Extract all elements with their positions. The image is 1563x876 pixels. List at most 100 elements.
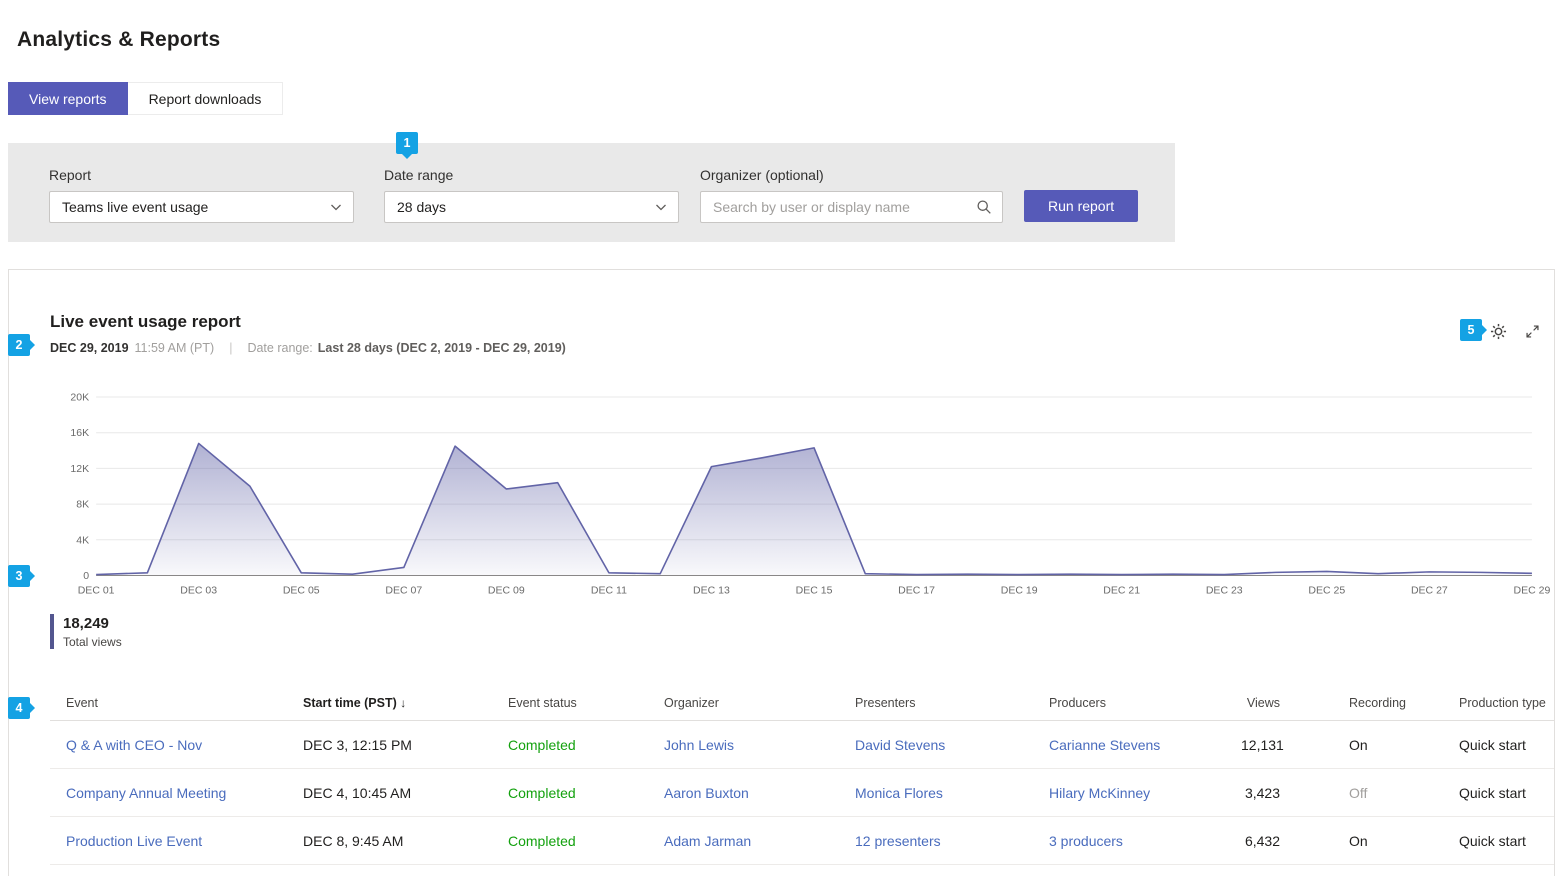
svg-text:DEC 19: DEC 19: [1001, 585, 1038, 597]
event-status-cell: Completed: [508, 721, 664, 769]
recording-cell: On: [1326, 721, 1459, 769]
sort-descending-icon: ↓: [400, 696, 406, 710]
start-time-cell: DEC 4, 10:45 AM: [303, 769, 508, 817]
column-start-time[interactable]: Start time (PST) ↓: [303, 687, 508, 721]
report-card-header: Live event usage report: [50, 312, 1554, 332]
svg-text:8K: 8K: [76, 499, 89, 511]
organizer-search-box: [700, 191, 1003, 223]
total-views-value: 18,249: [63, 614, 122, 633]
column-organizer[interactable]: Organizer: [664, 687, 855, 721]
svg-text:DEC 11: DEC 11: [591, 585, 627, 597]
total-views-label: Total views: [63, 635, 122, 649]
report-card-actions: [1490, 323, 1540, 340]
column-event-status[interactable]: Event status: [508, 687, 664, 721]
svg-text:DEC 25: DEC 25: [1308, 585, 1345, 597]
date-range-caption: Date range:: [247, 341, 312, 355]
legend-color-bar: [50, 614, 54, 649]
event-status-cell: Completed: [508, 817, 664, 865]
report-label: Report: [49, 167, 354, 183]
producers-link[interactable]: 3 producers: [1049, 817, 1241, 865]
organizer-group: Organizer (optional): [700, 167, 1003, 223]
analytics-reports-page: Analytics & Reports View reports Report …: [0, 0, 1563, 876]
recording-cell: On: [1326, 817, 1459, 865]
tab-report-downloads[interactable]: Report downloads: [128, 82, 284, 115]
event-link[interactable]: Q & A with CEO - Nov: [50, 721, 303, 769]
table-row: Company Annual Meeting DEC 4, 10:45 AM C…: [50, 769, 1554, 817]
svg-text:DEC 15: DEC 15: [796, 585, 833, 597]
usage-area-chart: 0 4K 8K 12K 16K 20K DEC 01 DEC 03 DEC 05 DEC 07 DE…: [50, 389, 1554, 602]
callout-2-report-timestamp: 2: [8, 334, 30, 356]
organizer-label: Organizer (optional): [700, 167, 1003, 183]
start-time-cell: DEC 8, 9:45 AM: [303, 817, 508, 865]
svg-text:DEC 03: DEC 03: [180, 585, 217, 597]
organizer-link[interactable]: Aaron Buxton: [664, 769, 855, 817]
page-title: Analytics & Reports: [0, 0, 1563, 52]
report-time: 11:59 AM (PT): [135, 341, 215, 355]
svg-text:4K: 4K: [76, 534, 89, 546]
svg-text:16K: 16K: [70, 427, 89, 439]
tab-bar: View reports Report downloads: [8, 82, 1563, 115]
event-status-cell: Completed: [508, 769, 664, 817]
views-cell: 12,131: [1241, 721, 1326, 769]
svg-text:DEC 05: DEC 05: [283, 585, 320, 597]
report-filter-bar: Report Teams live event usage Date range…: [8, 143, 1175, 242]
svg-text:DEC 27: DEC 27: [1411, 585, 1448, 597]
separator: |: [229, 341, 232, 355]
date-range-group: Date range 28 days: [384, 167, 679, 223]
expand-fullscreen-icon[interactable]: [1525, 324, 1540, 339]
production-type-cell: Quick start: [1459, 817, 1554, 865]
date-range-text: Last 28 days (DEC 2, 2019 - DEC 29, 2019…: [318, 341, 566, 355]
svg-text:DEC 17: DEC 17: [898, 585, 935, 597]
event-link[interactable]: Company Annual Meeting: [50, 769, 303, 817]
production-type-cell: Quick start: [1459, 721, 1554, 769]
chevron-down-icon: [654, 200, 668, 214]
organizer-link[interactable]: John Lewis: [664, 721, 855, 769]
svg-text:DEC 23: DEC 23: [1206, 585, 1243, 597]
organizer-search-input[interactable]: [713, 199, 976, 215]
date-range-label: Date range: [384, 167, 679, 183]
svg-text:DEC 07: DEC 07: [385, 585, 422, 597]
producers-link[interactable]: Hilary McKinney: [1049, 769, 1241, 817]
report-select[interactable]: Teams live event usage: [49, 191, 354, 223]
svg-text:20K: 20K: [70, 392, 89, 404]
views-cell: 6,432: [1241, 817, 1326, 865]
column-producers[interactable]: Producers: [1049, 687, 1241, 721]
settings-gear-icon[interactable]: [1490, 323, 1507, 340]
report-card: Live event usage report DEC 29,: [8, 269, 1555, 876]
svg-text:DEC 13: DEC 13: [693, 585, 730, 597]
svg-text:DEC 01: DEC 01: [78, 585, 115, 597]
organizer-link[interactable]: Adam Jarman: [664, 817, 855, 865]
table-row: Production Live Event DEC 8, 9:45 AM Com…: [50, 817, 1554, 865]
column-recording[interactable]: Recording: [1326, 687, 1459, 721]
callout-1-date-range: 1: [396, 132, 418, 154]
date-range-select[interactable]: 28 days: [384, 191, 679, 223]
run-report-button[interactable]: Run report: [1024, 190, 1138, 222]
chart-legend: 18,249 Total views: [50, 614, 1554, 649]
views-cell: 3,423: [1241, 769, 1326, 817]
producers-link[interactable]: Carianne Stevens: [1049, 721, 1241, 769]
report-select-value: Teams live event usage: [62, 199, 208, 215]
svg-text:0: 0: [83, 570, 89, 582]
callout-4-table: 4: [8, 697, 30, 719]
presenters-link[interactable]: Monica Flores: [855, 769, 1049, 817]
column-presenters[interactable]: Presenters: [855, 687, 1049, 721]
column-production-type[interactable]: Production type: [1459, 687, 1554, 721]
presenters-link[interactable]: 12 presenters: [855, 817, 1049, 865]
event-link[interactable]: Production Live Event: [50, 817, 303, 865]
report-select-group: Report Teams live event usage: [49, 167, 354, 223]
presenters-link[interactable]: David Stevens: [855, 721, 1049, 769]
date-range-value: 28 days: [397, 199, 446, 215]
report-date: DEC 29, 2019: [50, 341, 129, 355]
table-row: Q & A with CEO - Nov DEC 3, 12:15 PM Com…: [50, 721, 1554, 769]
svg-text:12K: 12K: [70, 463, 89, 475]
tab-view-reports[interactable]: View reports: [8, 82, 128, 115]
column-event[interactable]: Event: [50, 687, 303, 721]
column-views[interactable]: Views: [1241, 687, 1326, 721]
chevron-down-icon: [329, 200, 343, 214]
report-meta-line: DEC 29, 2019 11:59 AM (PT) | Date range:…: [50, 341, 1554, 355]
recording-cell: Off: [1326, 769, 1459, 817]
callout-5-card-actions: 5: [1460, 319, 1482, 341]
report-title: Live event usage report: [50, 312, 1554, 332]
start-time-cell: DEC 3, 12:15 PM: [303, 721, 508, 769]
production-type-cell: Quick start: [1459, 769, 1554, 817]
